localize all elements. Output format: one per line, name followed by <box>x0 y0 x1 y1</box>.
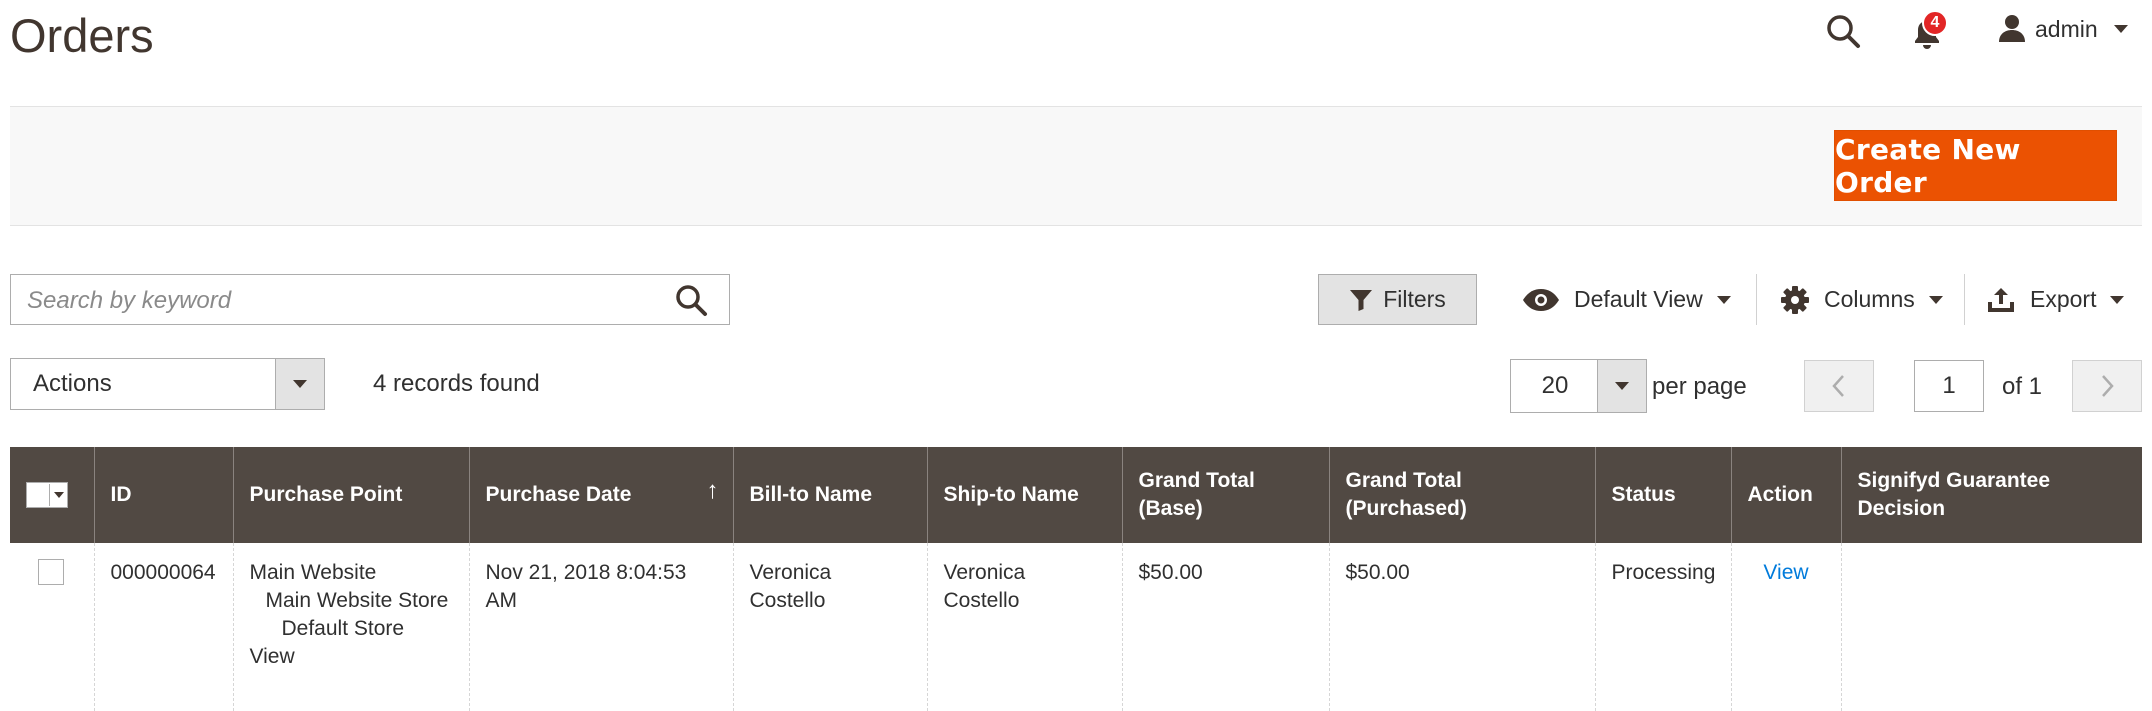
per-page-label: per page <box>1652 373 1747 400</box>
cell-grand-total-purchased: $50.00 <box>1328 543 1595 711</box>
user-name[interactable]: admin <box>2035 14 2098 44</box>
chevron-down-icon <box>293 380 307 388</box>
filters-label: Filters <box>1383 286 1446 312</box>
purchase-point-store-view: Default Store <box>281 617 405 640</box>
cell-bill-to-name: Veronica Costello <box>732 543 927 711</box>
select-all-header[interactable] <box>10 447 94 543</box>
column-header-label: Purchase Date <box>485 483 632 506</box>
row-select-cell[interactable] <box>10 543 94 711</box>
cell-signifyd-decision <box>1840 543 2142 711</box>
cell-action: View <box>1730 543 1841 711</box>
view-label: Default View <box>1574 286 1703 312</box>
columns-label: Columns <box>1824 286 1915 312</box>
per-page-select[interactable]: 20 <box>1510 359 1647 413</box>
page-title: Orders <box>10 9 154 62</box>
cell-id: 000000064 <box>93 543 233 711</box>
column-header-grand-total-purchased[interactable]: Grand Total (Purchased) <box>1328 447 1595 543</box>
column-header-bill-to-name[interactable]: Bill-to Name <box>732 447 927 543</box>
view-caret-icon <box>1716 295 1731 304</box>
export-upload-icon <box>1988 287 2014 312</box>
search-icon[interactable] <box>1820 8 1866 54</box>
purchase-point-view-label: View <box>249 645 295 668</box>
cell-purchase-point: Main Website Main Website Store Default … <box>232 543 469 711</box>
total-pages: of 1 <box>2002 373 2043 400</box>
keyword-search <box>10 274 730 326</box>
row-checkbox[interactable] <box>38 559 64 585</box>
mass-actions-toggle[interactable] <box>275 359 324 409</box>
toolbar-divider <box>1964 274 1965 325</box>
filters-button[interactable]: Filters <box>1318 274 1477 325</box>
cell-grand-total-base: $50.00 <box>1121 543 1329 711</box>
per-page-value: 20 <box>1541 372 1569 399</box>
purchase-point-store: Main Website Store <box>265 589 449 612</box>
records-found: 4 records found <box>373 370 540 397</box>
chevron-down-icon <box>1615 382 1629 390</box>
gear-icon <box>1781 285 1809 314</box>
export-control[interactable]: Export <box>1986 274 2125 325</box>
table-row[interactable]: 000000064 Main Website Main Website Stor… <box>10 543 2142 711</box>
user-menu-caret-icon[interactable] <box>2114 25 2128 33</box>
view-order-link[interactable]: View <box>1763 561 1808 584</box>
page-actions-bar <box>10 106 2142 226</box>
column-header-status[interactable]: Status <box>1594 447 1731 543</box>
columns-control[interactable]: Columns <box>1780 274 1943 325</box>
column-header-purchase-date[interactable]: Purchase Date ↑ <box>468 447 733 543</box>
search-input[interactable] <box>11 275 669 326</box>
filter-funnel-icon <box>1350 289 1373 311</box>
mass-select-checkbox[interactable] <box>26 482 68 508</box>
export-label: Export <box>2030 286 2097 312</box>
current-page-input[interactable]: 1 <box>1914 360 1984 412</box>
chevron-down-icon <box>53 492 64 498</box>
column-header-ship-to-name[interactable]: Ship-to Name <box>926 447 1122 543</box>
export-caret-icon <box>2110 295 2125 304</box>
per-page-toggle[interactable] <box>1597 360 1646 412</box>
chevron-right-icon <box>2102 375 2114 397</box>
grid-header-row: ID Purchase Point Purchase Date ↑ Bill-t… <box>10 447 2142 543</box>
columns-caret-icon <box>1928 295 1943 304</box>
column-header-id[interactable]: ID <box>93 447 233 543</box>
column-header-purchase-point[interactable]: Purchase Point <box>232 447 469 543</box>
purchase-point-website: Main Website <box>249 561 377 584</box>
column-header-action: Action <box>1730 447 1841 543</box>
notification-count-badge: 4 <box>1922 10 1948 36</box>
sort-ascending-icon: ↑ <box>706 477 719 504</box>
mass-actions-dropdown[interactable]: Actions <box>10 358 325 410</box>
search-submit-icon[interactable] <box>661 277 721 323</box>
column-header-grand-total-base[interactable]: Grand Total (Base) <box>1121 447 1329 543</box>
orders-grid: ID Purchase Point Purchase Date ↑ Bill-t… <box>10 447 2142 711</box>
create-new-order-button[interactable]: Create New Order <box>1834 130 2117 201</box>
cell-status: Processing <box>1594 543 1731 711</box>
column-header-signifyd-decision[interactable]: Signifyd Guarantee Decision <box>1840 447 2142 543</box>
cell-purchase-date: Nov 21, 2018 8:04:53 AM <box>468 543 733 711</box>
previous-page-button[interactable] <box>1804 360 1874 412</box>
cell-ship-to-name: Veronica Costello <box>926 543 1122 711</box>
toolbar-divider <box>1756 274 1757 325</box>
chevron-left-icon <box>1832 375 1844 397</box>
mass-actions-label: Actions <box>33 370 112 397</box>
view-switcher[interactable]: Default View <box>1522 274 1731 325</box>
next-page-button[interactable] <box>2072 360 2142 412</box>
eye-icon <box>1523 288 1559 311</box>
user-avatar-icon[interactable] <box>1994 10 2030 46</box>
